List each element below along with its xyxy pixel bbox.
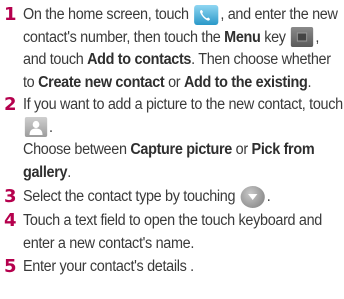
- step-text: Select the contact type by touching .: [23, 186, 344, 209]
- step-number: 5: [4, 256, 17, 277]
- step-number: 3: [4, 186, 17, 207]
- step-number: 4: [4, 210, 17, 231]
- step-number: 2: [4, 94, 17, 115]
- contact-picture-icon: [24, 117, 48, 138]
- dropdown-arrow-icon: [240, 186, 265, 208]
- step-number: 1: [4, 4, 17, 25]
- step-text: On the home screen, touch , and enter th…: [23, 4, 338, 91]
- step-text: If you want to add a picture to the new …: [23, 96, 343, 181]
- instructions-list: 1 On the home screen, touch , and enter …: [0, 0, 344, 299]
- phone-icon: [194, 4, 219, 25]
- step-text: Enter your contact's details .: [23, 258, 194, 275]
- menu-key-icon: [291, 27, 314, 48]
- step-text: Touch a text field to open the touch key…: [23, 212, 323, 252]
